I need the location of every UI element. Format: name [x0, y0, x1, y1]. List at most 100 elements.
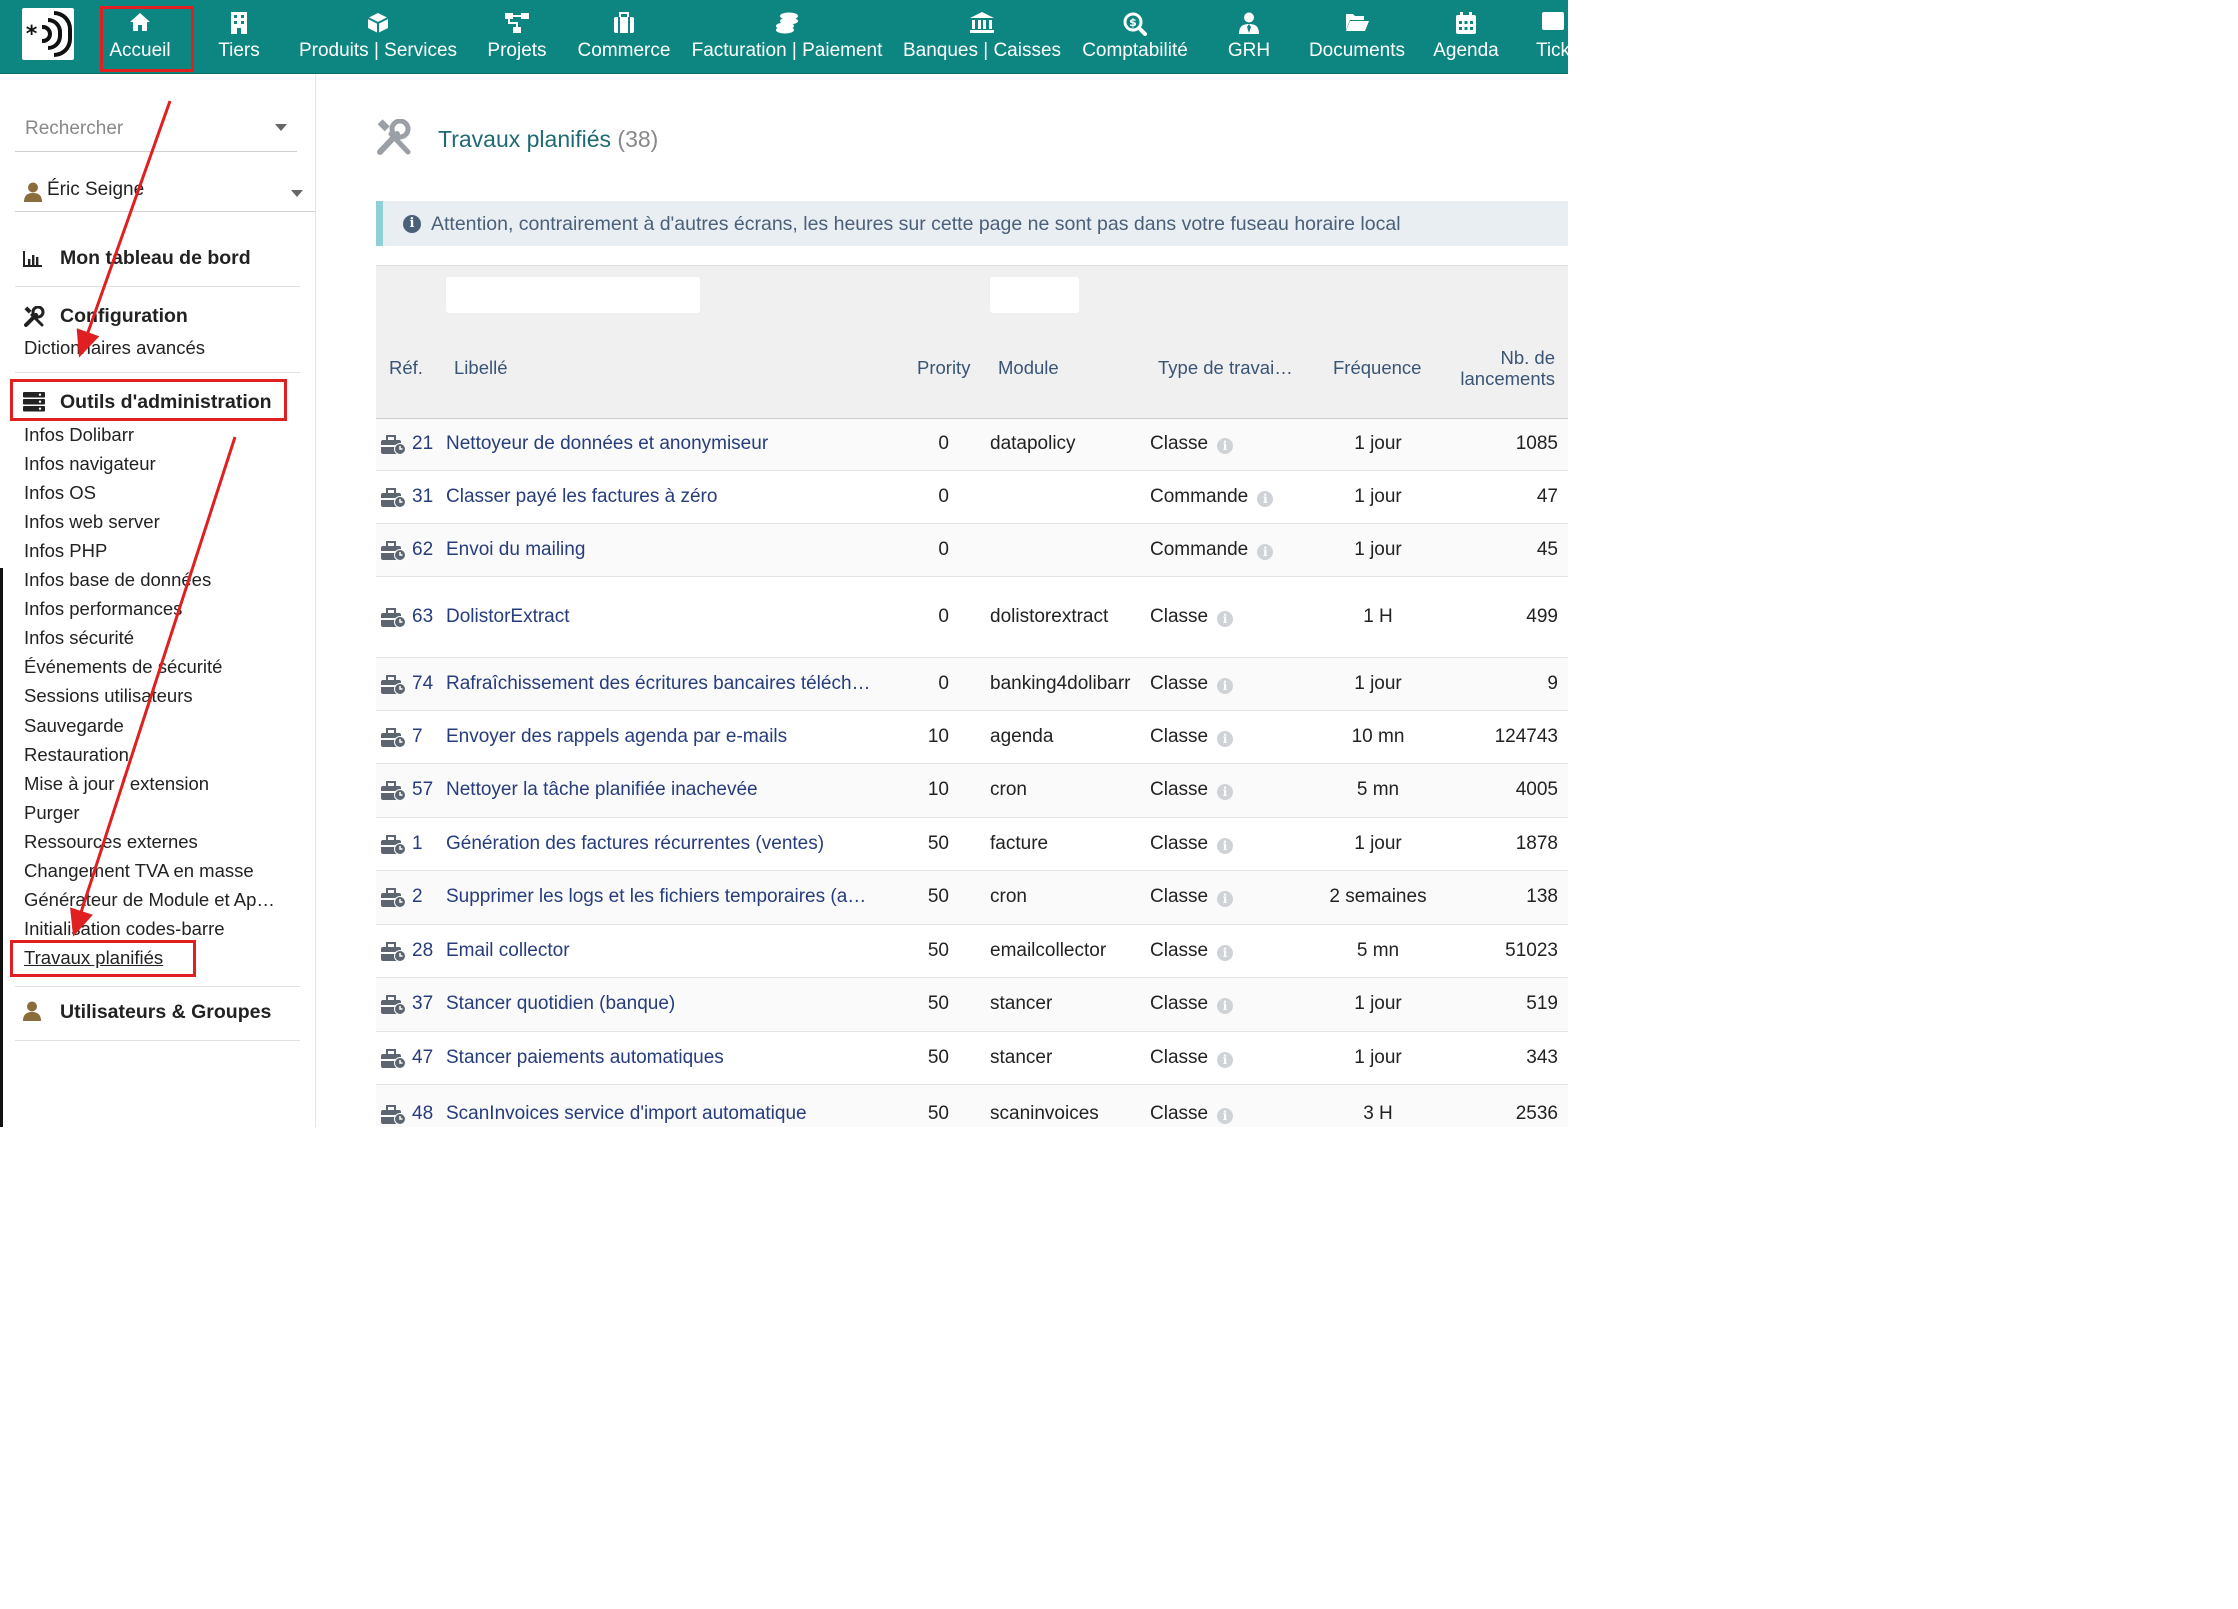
menu-link-admin-16[interactable]: Générateur de Module et Ap… — [24, 889, 275, 911]
cell-ref[interactable]: 57 — [412, 779, 433, 801]
cell-module-text: agenda — [990, 726, 1054, 747]
cron-job-icon — [381, 1104, 407, 1127]
cell-ref[interactable]: 7 — [412, 726, 423, 748]
info-icon[interactable]: i — [1217, 731, 1234, 747]
cell-label[interactable]: Classer payé les factures à zéro — [446, 486, 717, 508]
cell-label[interactable]: Nettoyeur de données et anonymiseur — [446, 433, 768, 455]
cell-label[interactable]: Génération des factures récurrentes (ven… — [446, 833, 824, 855]
menu-link-admin-5[interactable]: Infos base de données — [24, 569, 211, 591]
cell-priority: 50 — [919, 833, 949, 855]
cell-module: scaninvoices — [990, 1103, 1099, 1125]
menu-link-admin-10[interactable]: Sauvegarde — [24, 715, 124, 737]
info-icon[interactable]: i — [1217, 891, 1234, 907]
menu-link-dictionaries[interactable]: Dictionnaires avancés — [24, 337, 205, 359]
cell-label[interactable]: Nettoyer la tâche planifiée inachevée — [446, 779, 758, 801]
cell-module-text: cron — [990, 886, 1027, 907]
user-icon — [24, 182, 42, 202]
filter-label-input[interactable] — [446, 277, 700, 313]
info-icon[interactable]: i — [1257, 544, 1274, 560]
menu-link-admin-11[interactable]: Restauration — [24, 744, 129, 766]
info-icon[interactable]: i — [1217, 438, 1234, 454]
cell-label[interactable]: Envoi du mailing — [446, 539, 585, 561]
search-select[interactable]: Rechercher — [15, 104, 297, 152]
cell-ref[interactable]: 37 — [412, 993, 433, 1015]
cell-label-text: ScanInvoices service d'import automatiqu… — [446, 1103, 807, 1124]
col-header-priority[interactable]: Prority — [917, 357, 970, 379]
cell-module-text: dolistorextract — [990, 606, 1109, 627]
cell-module-text: banking4dolibarr — [990, 673, 1131, 694]
menu-link-admin-6[interactable]: Infos performances — [24, 598, 182, 620]
cell-ref[interactable]: 63 — [412, 606, 433, 628]
cell-label[interactable]: Stancer quotidien (banque) — [446, 993, 675, 1015]
filter-module-input[interactable] — [990, 277, 1079, 313]
col-header-label[interactable]: Libellé — [454, 357, 508, 379]
col-header-frequency[interactable]: Fréquence — [1333, 357, 1421, 379]
cell-label[interactable]: ScanInvoices service d'import automatiqu… — [446, 1103, 807, 1125]
menu-link-admin-9[interactable]: Sessions utilisateurs — [24, 685, 193, 707]
cell-ref[interactable]: 62 — [412, 539, 433, 561]
info-icon[interactable]: i — [1217, 611, 1234, 627]
menu-link-admin-8[interactable]: Événements de sécurité — [24, 656, 222, 678]
col-header-launches[interactable]: Nb. de lancements — [1446, 347, 1555, 389]
users-groups-link[interactable]: Utilisateurs & Groupes — [60, 1001, 271, 1024]
user-select[interactable]: Éric Seigne — [15, 172, 315, 212]
info-banner: i Attention, contrairement à d'autres éc… — [376, 201, 1568, 246]
info-icon[interactable]: i — [1217, 678, 1234, 694]
info-icon[interactable]: i — [1217, 945, 1234, 961]
cell-ref[interactable]: 28 — [412, 940, 433, 962]
menu-item-tick[interactable]: Tick — [1443, 0, 1568, 74]
menu-link-admin-0[interactable]: Infos Dolibarr — [24, 424, 134, 446]
menu-link-admin-12[interactable]: Mise à jour / extension — [24, 773, 209, 795]
info-icon[interactable]: i — [1257, 491, 1274, 507]
col-header-module[interactable]: Module — [998, 357, 1059, 379]
cell-launches: 45 — [1438, 539, 1558, 561]
cell-module: banking4dolibarr — [990, 673, 1131, 695]
cell-label[interactable]: Stancer paiements automatiques — [446, 1047, 724, 1069]
menu-link-admin-17[interactable]: Initialisation codes-barre — [24, 918, 225, 940]
menu-link-admin-14[interactable]: Ressources externes — [24, 831, 198, 853]
cell-ref[interactable]: 74 — [412, 673, 433, 695]
cron-job-icon — [381, 994, 407, 1021]
col-header-type[interactable]: Type de travai… — [1158, 357, 1293, 379]
cell-ref[interactable]: 31 — [412, 486, 433, 508]
menu-link-admin-3[interactable]: Infos web server — [24, 511, 160, 533]
menu-link-admin-15[interactable]: Changement TVA en masse — [24, 860, 254, 882]
divider — [15, 986, 300, 987]
cell-label[interactable]: Envoyer des rappels agenda par e-mails — [446, 726, 787, 748]
menu-link-admin-13[interactable]: Purger — [24, 802, 80, 824]
menu-link-admin-2[interactable]: Infos OS — [24, 482, 96, 504]
menu-link-admin-1[interactable]: Infos navigateur — [24, 453, 156, 475]
info-icon[interactable]: i — [1217, 838, 1234, 854]
menu-link-admin-4[interactable]: Infos PHP — [24, 540, 107, 562]
cell-frequency-text: 1 jour — [1354, 539, 1402, 560]
cell-label[interactable]: Supprimer les logs et les fichiers tempo… — [446, 886, 866, 908]
configuration-title: Configuration — [60, 305, 188, 327]
cell-label[interactable]: DolistorExtract — [446, 606, 570, 628]
info-icon[interactable]: i — [1217, 784, 1234, 800]
cell-type: Commande i — [1150, 539, 1274, 561]
cell-label[interactable]: Email collector — [446, 940, 570, 962]
cell-ref[interactable]: 21 — [412, 433, 433, 455]
info-icon[interactable]: i — [1217, 1052, 1234, 1068]
cell-label-text: Nettoyer la tâche planifiée inachevée — [446, 779, 758, 800]
cell-module: emailcollector — [990, 940, 1106, 962]
col-header-ref[interactable]: Réf. — [389, 357, 423, 379]
cell-label[interactable]: Rafraîchissement des écritures bancaires… — [446, 673, 871, 695]
cell-ref-text: 2 — [412, 886, 423, 907]
dashboard-link[interactable]: Mon tableau de bord — [60, 247, 251, 270]
cell-ref[interactable]: 2 — [412, 886, 423, 908]
cell-type-text: Commande — [1150, 539, 1249, 560]
annotation-box-accueil — [100, 6, 194, 72]
table-row: 48 ScanInvoices service d'import automati… — [376, 1085, 1568, 1127]
menu-item-facturation-paiement[interactable]: Facturation | Paiement — [677, 0, 897, 74]
menu-link-admin-7[interactable]: Infos sécurité — [24, 627, 134, 649]
cell-ref[interactable]: 48 — [412, 1103, 433, 1125]
cell-module-text: datapolicy — [990, 433, 1076, 454]
cell-ref[interactable]: 47 — [412, 1047, 433, 1069]
cell-type-text: Classe — [1150, 833, 1209, 854]
info-icon[interactable]: i — [1217, 1108, 1234, 1124]
info-icon[interactable]: i — [1217, 998, 1234, 1014]
cron-job-icon — [381, 727, 407, 754]
cell-ref-text: 63 — [412, 606, 434, 627]
cell-ref[interactable]: 1 — [412, 833, 423, 855]
